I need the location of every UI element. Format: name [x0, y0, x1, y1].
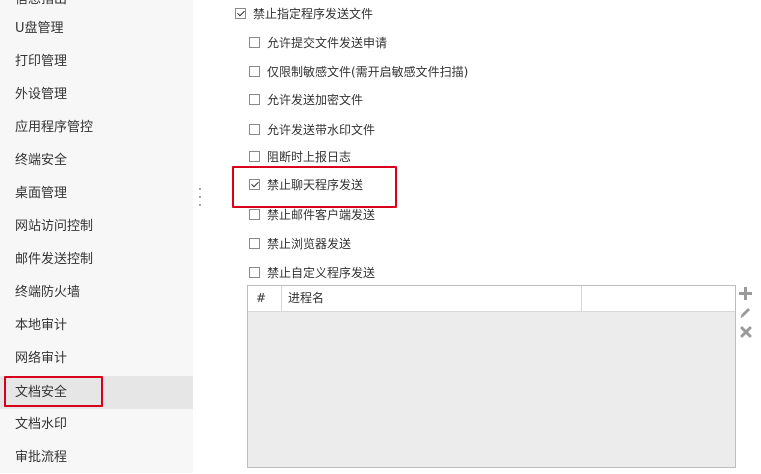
sidebar-item-app-control[interactable]: 应用程序管控	[0, 111, 193, 144]
sidebar-item-document-watermark[interactable]: 文档水印	[0, 408, 193, 441]
sidebar-item-terminal-security[interactable]: 终端安全	[0, 144, 193, 177]
pencil-icon[interactable]	[738, 305, 753, 320]
option-label: 禁止邮件客户端发送	[267, 207, 376, 222]
option-allow-encrypted[interactable]: 允许发送加密文件	[249, 90, 363, 108]
checkbox-block-program-send[interactable]	[235, 7, 246, 19]
option-block-browser[interactable]: 禁止浏览器发送	[249, 234, 351, 252]
option-limit-sensitive[interactable]: 仅限制敏感文件(需开启敏感文件扫描)	[249, 62, 468, 80]
checkbox-limit-sensitive[interactable]	[249, 65, 260, 77]
sidebar-item-usb[interactable]: U盘管理	[0, 12, 193, 45]
option-label: 禁止自定义程序发送	[267, 265, 376, 280]
option-label: 禁止浏览器发送	[267, 236, 352, 251]
checkbox-block-custom[interactable]	[249, 266, 260, 278]
sidebar-item-website[interactable]: 网站访问控制	[0, 210, 193, 243]
option-label: 仅限制敏感文件(需开启敏感文件扫描)	[267, 64, 469, 79]
checkbox-allow-encrypted[interactable]	[249, 93, 260, 105]
sidebar-highlight-box	[4, 376, 103, 407]
column-header-extra	[582, 286, 735, 311]
option-allow-watermark[interactable]: 允许发送带水印文件	[249, 120, 375, 138]
process-table[interactable]: # 进程名	[247, 285, 736, 468]
x-icon[interactable]	[738, 324, 753, 339]
column-header-process-name[interactable]: 进程名	[282, 286, 582, 311]
sidebar-item-print[interactable]: 打印管理	[0, 45, 193, 78]
column-header-index[interactable]: #	[248, 286, 282, 311]
plus-icon[interactable]	[738, 286, 753, 301]
option-label: 允许发送加密文件	[267, 92, 364, 107]
process-table-header: # 进程名	[248, 286, 735, 312]
sidebar-item-network-audit[interactable]: 网络审计	[0, 342, 193, 375]
sidebar-item-peripheral[interactable]: 外设管理	[0, 78, 193, 111]
option-label: 允许发送带水印文件	[267, 122, 376, 137]
option-label: 允许提交文件发送申请	[267, 35, 388, 50]
checkbox-block-browser[interactable]	[249, 237, 260, 249]
checkbox-block-mail-client[interactable]	[249, 208, 260, 220]
splitter-handle[interactable]	[198, 188, 202, 206]
option-block-program-send[interactable]: 禁止指定程序发送文件	[235, 4, 373, 22]
checkbox-allow-submit-request[interactable]	[249, 36, 260, 48]
sidebar-item-local-audit[interactable]: 本地审计	[0, 309, 193, 342]
checkbox-allow-watermark[interactable]	[249, 123, 260, 135]
sidebar-item-desktop[interactable]: 桌面管理	[0, 177, 193, 210]
checkbox-log-on-block[interactable]	[249, 150, 260, 162]
sidebar-item-approval[interactable]: 审批流程	[0, 441, 193, 474]
sidebar-item-mail[interactable]: 邮件发送控制	[0, 243, 193, 276]
option-label: 禁止指定程序发送文件	[253, 6, 374, 21]
option-block-custom[interactable]: 禁止自定义程序发送	[249, 263, 375, 281]
option-label: 阻断时上报日志	[267, 149, 352, 164]
option-log-on-block[interactable]: 阻断时上报日志	[249, 147, 351, 165]
option-highlight-box	[232, 166, 397, 208]
sidebar-item-firewall[interactable]: 终端防火墙	[0, 276, 193, 309]
option-allow-submit-request[interactable]: 允许提交文件发送申请	[249, 33, 387, 51]
